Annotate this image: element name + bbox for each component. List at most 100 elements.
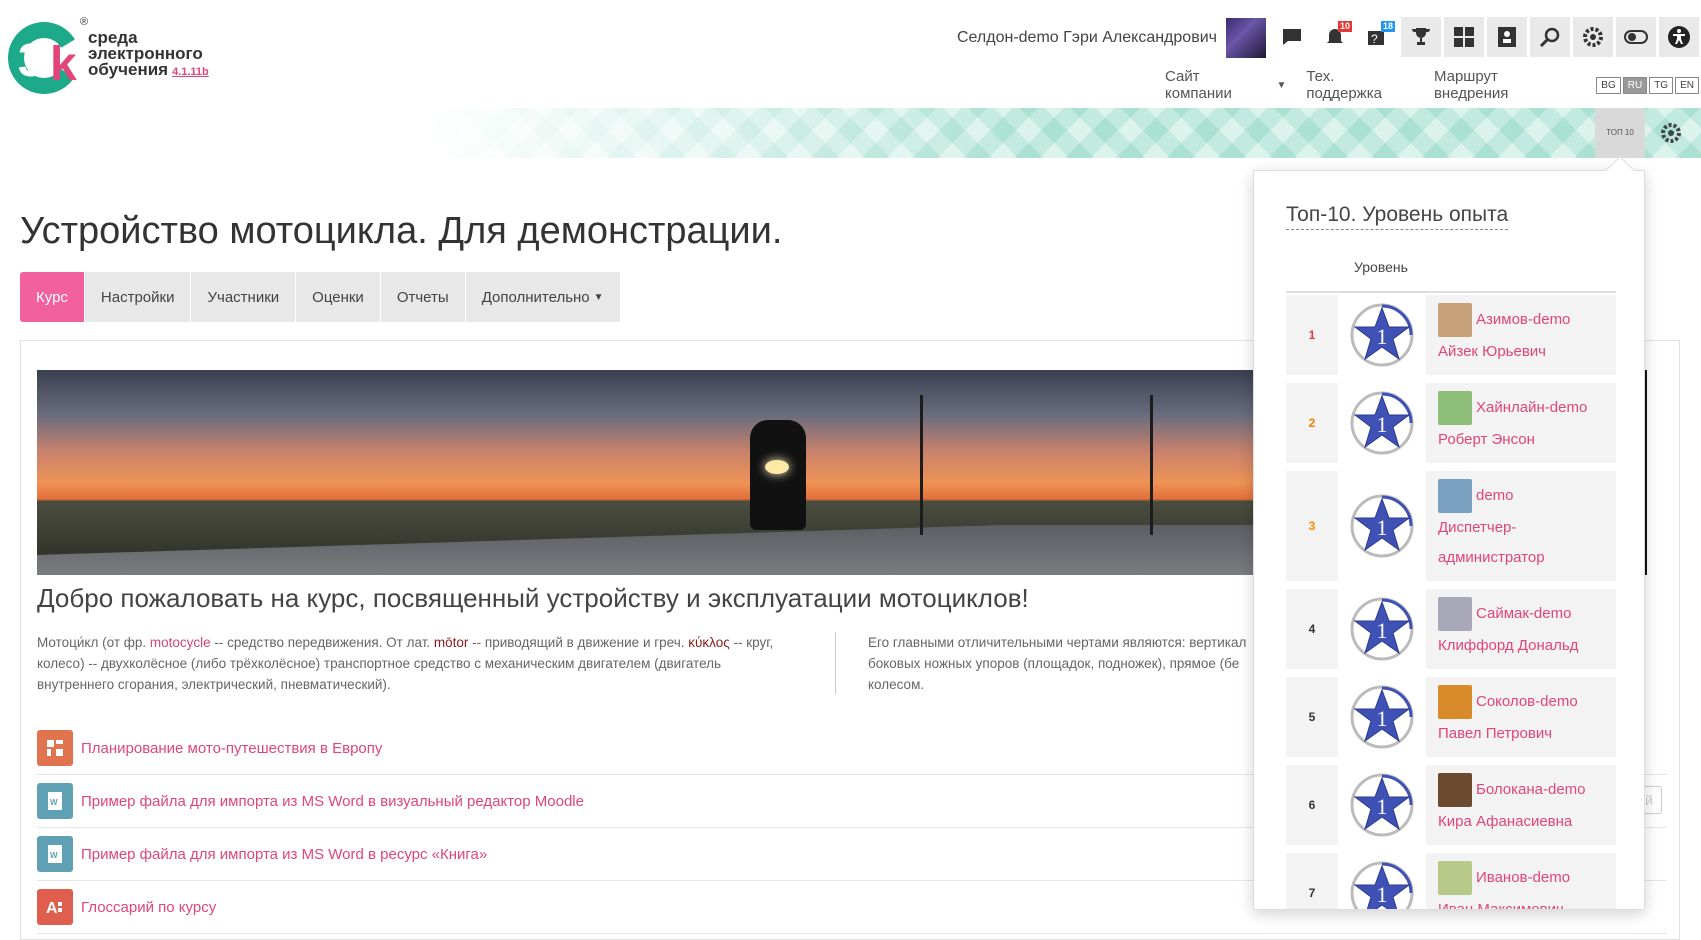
notifications-button[interactable]: 10 <box>1315 17 1355 57</box>
site-logo[interactable]: 3 k ® среда электронного обучения 4.1.11b <box>4 14 224 102</box>
registered-mark: ® <box>80 16 89 28</box>
tab-more[interactable]: Дополнительно ▼ <box>466 272 621 322</box>
desc-text: -- средство передвижения. От лат. <box>210 635 434 650</box>
level-badge: 1 <box>1338 383 1426 463</box>
rank-number: 5 <box>1286 677 1338 757</box>
tab-participants[interactable]: Участники <box>191 272 297 322</box>
route-link[interactable]: Маршрут внедрения <box>1434 68 1576 102</box>
table-row: 6 1 Болокана-demo Кира Афанасиевна <box>1286 765 1616 845</box>
rank-number: 2 <box>1286 383 1338 463</box>
level-badge: 1 <box>1338 295 1426 375</box>
rank-number: 7 <box>1286 853 1338 909</box>
term-link[interactable]: κύκλος <box>688 635 729 650</box>
user-surname[interactable]: Азимов-demo <box>1476 311 1570 328</box>
hero-edge <box>1645 370 1647 575</box>
desc-text: -- приводящий в движение и греч. <box>468 635 689 650</box>
table-row: 1 1 Азимов-demo Айзек Юрьевич <box>1286 295 1616 375</box>
popover-title[interactable]: Топ-10. Уровень опыта <box>1286 203 1509 230</box>
tab-more-label: Дополнительно <box>481 288 590 306</box>
structure-button[interactable] <box>1487 17 1527 57</box>
top-navigation: Сайт компании ▼ Тех. поддержка Маршрут в… <box>1165 68 1701 102</box>
user-surname[interactable]: Болокана-demo <box>1476 781 1586 798</box>
user-surname[interactable]: Соколов-demo <box>1476 693 1578 710</box>
avatar <box>1438 479 1472 513</box>
help-queue-badge: 18 <box>1380 21 1395 32</box>
user-surname[interactable]: Иванов-demo <box>1476 869 1570 886</box>
user-surname[interactable]: Хайнлайн-demo <box>1476 399 1587 416</box>
user-surname[interactable]: demo <box>1476 487 1514 504</box>
svg-text:3: 3 <box>18 34 44 86</box>
level-badge: 1 <box>1338 853 1426 909</box>
term-link[interactable]: mōtor <box>434 635 469 650</box>
svg-text:W: W <box>50 851 58 860</box>
level-star-icon: 1 <box>1350 494 1414 558</box>
level-star-icon: 1 <box>1350 391 1414 455</box>
gear-icon <box>1583 27 1603 47</box>
tab-reports[interactable]: Отчеты <box>381 272 466 322</box>
level-star-icon: 1 <box>1350 773 1414 837</box>
table-row: 5 1 Соколов-demo Павел Петрович <box>1286 677 1616 757</box>
rank-user[interactable]: demo Диспетчер- администратор <box>1426 471 1616 581</box>
tab-grades[interactable]: Оценки <box>296 272 381 322</box>
rank-user[interactable]: Хайнлайн-demo Роберт Энсон <box>1426 383 1616 463</box>
user-name[interactable]: Селдон-demo Гэри Александрович <box>957 29 1217 47</box>
hero-pole <box>920 395 923 535</box>
rank-user[interactable]: Соколов-demo Павел Петрович <box>1426 677 1616 757</box>
word-doc-icon: W <box>37 836 73 872</box>
rank-user[interactable]: Болокана-demo Кира Афанасиевна <box>1426 765 1616 845</box>
word-doc-icon: W <box>37 783 73 819</box>
activity-link[interactable]: Глоссарий по курсу <box>81 899 216 916</box>
tab-course[interactable]: Курс <box>20 272 85 322</box>
search-button[interactable] <box>1530 17 1570 57</box>
language-switcher: BG RU TG EN <box>1596 76 1701 94</box>
dashboard-button[interactable] <box>1444 17 1484 57</box>
user-surname[interactable]: Саймак-demo <box>1476 605 1571 622</box>
term-link[interactable]: motocycle <box>150 635 211 650</box>
lang-tg[interactable]: TG <box>1649 76 1674 94</box>
user-name-line[interactable]: Кира Афанасиевна <box>1438 807 1604 837</box>
rank-number: 1 <box>1286 295 1338 375</box>
svg-text:1: 1 <box>1377 882 1388 907</box>
top10-button[interactable]: ТОП 10 <box>1595 108 1645 158</box>
lang-ru[interactable]: RU <box>1622 76 1648 94</box>
logo-line-3: обучения <box>88 60 169 79</box>
user-name-line[interactable]: Айзек Юрьевич <box>1438 337 1604 367</box>
hero-headlight <box>765 460 789 474</box>
search-icon <box>1539 27 1560 48</box>
user-name-line[interactable]: Роберт Энсон <box>1438 425 1604 455</box>
rank-user[interactable]: Саймак-demo Клиффорд Дональд <box>1426 589 1616 669</box>
company-site-menu[interactable]: Сайт компании ▼ <box>1165 68 1286 102</box>
top10-icon: ТОП 10 <box>1606 128 1634 137</box>
activity-link[interactable]: Пример файла для импорта из MS Word в ре… <box>81 846 487 863</box>
page-settings-button[interactable] <box>1646 108 1696 158</box>
svg-text:W: W <box>50 798 58 807</box>
activity-link[interactable]: Пример файла для импорта из MS Word в ви… <box>81 793 584 810</box>
user-name-line[interactable]: администратор <box>1438 543 1604 573</box>
activity-link[interactable]: Планирование мото-путешествия в Европу <box>81 740 382 757</box>
help-queue-button[interactable]: ? 18 <box>1358 17 1398 57</box>
theme-toggle-button[interactable] <box>1616 17 1656 57</box>
table-row: 7 1 Иванов-demo Иван Максимович <box>1286 853 1616 909</box>
popover-table-header: Уровень <box>1286 259 1616 293</box>
rank-user[interactable]: Азимов-demo Айзек Юрьевич <box>1426 295 1616 375</box>
user-avatar[interactable] <box>1226 18 1266 58</box>
table-row: 4 1 Саймак-demo Клиффорд Дональд <box>1286 589 1616 669</box>
rank-user[interactable]: Иванов-demo Иван Максимович <box>1426 853 1616 909</box>
lang-bg[interactable]: BG <box>1596 76 1621 94</box>
user-name-line[interactable]: Клиффорд Дональд <box>1438 631 1604 661</box>
lang-en[interactable]: EN <box>1675 76 1699 94</box>
trophy-button[interactable] <box>1401 17 1441 57</box>
user-name-line[interactable]: Иван Максимович <box>1438 895 1604 909</box>
trophy-icon <box>1411 28 1431 45</box>
accessibility-button[interactable] <box>1659 17 1699 57</box>
tab-settings[interactable]: Настройки <box>85 272 192 322</box>
support-link[interactable]: Тех. поддержка <box>1306 68 1414 102</box>
svg-text:1: 1 <box>1377 324 1388 349</box>
level-star-icon: 1 <box>1350 303 1414 367</box>
user-name-line[interactable]: Диспетчер- <box>1438 513 1604 543</box>
chat-button[interactable] <box>1272 17 1312 57</box>
settings-button[interactable] <box>1573 17 1613 57</box>
desc-line: колесом. <box>868 677 925 692</box>
logo-text: среда электронного обучения 4.1.11b <box>88 29 209 80</box>
user-name-line[interactable]: Павел Петрович <box>1438 719 1604 749</box>
